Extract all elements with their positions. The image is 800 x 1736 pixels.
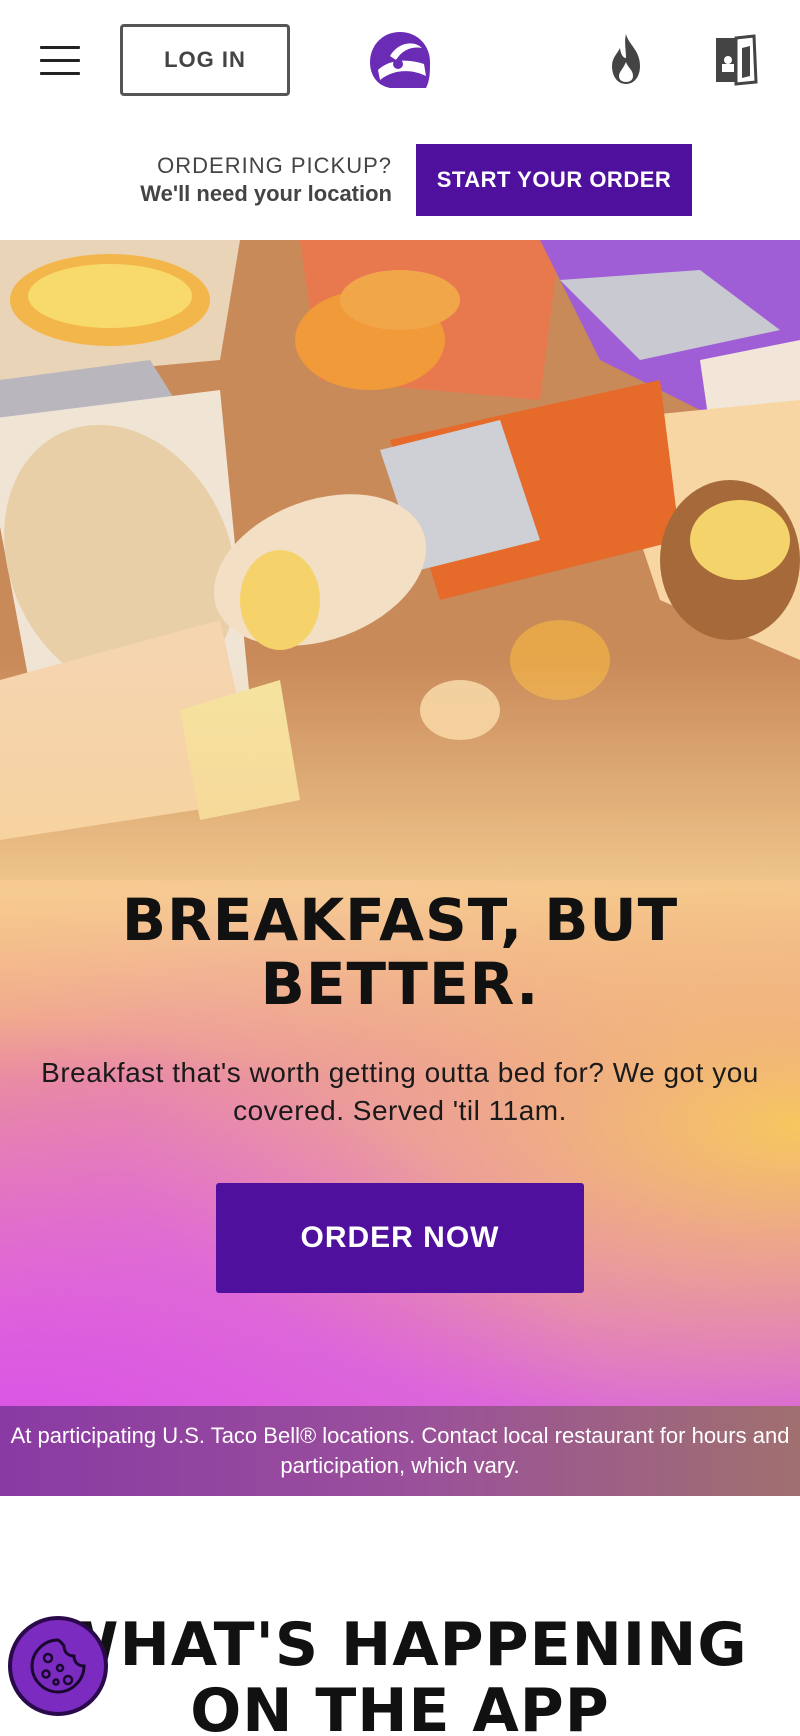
site-header: LOG IN (0, 0, 800, 124)
start-order-button[interactable]: START YOUR ORDER (416, 144, 692, 216)
order-now-button[interactable]: ORDER NOW (216, 1183, 584, 1293)
login-button[interactable]: LOG IN (120, 24, 290, 96)
hamburger-menu-icon[interactable] (40, 46, 80, 75)
cookie-icon (30, 1638, 86, 1694)
pickup-prompt: ORDERING PICKUP? We'll need your locatio… (140, 152, 392, 208)
disclaimer-text: At participating U.S. Taco Bell® locatio… (0, 1406, 800, 1496)
cookie-settings-button[interactable] (8, 1616, 108, 1716)
fire-icon[interactable] (606, 32, 646, 86)
location-note: We'll need your location (140, 181, 392, 206)
taco-bell-logo[interactable] (368, 30, 432, 90)
app-section: WHAT'S HAPPENING ON THE APP (0, 1496, 800, 1736)
pickup-bar: ORDERING PICKUP? We'll need your locatio… (0, 124, 800, 240)
hero-title: BREAKFAST, BUT BETTER. (121, 886, 679, 1018)
pickup-question: ORDERING PICKUP? (157, 153, 392, 178)
hero-description: Breakfast that's worth getting outta bed… (41, 1057, 759, 1126)
menu-book-icon[interactable] (714, 34, 758, 86)
app-section-title: WHAT'S HAPPENING ON THE APP (52, 1610, 748, 1736)
hero-banner: BREAKFAST, BUT BETTER. Breakfast that's … (0, 240, 800, 1495)
